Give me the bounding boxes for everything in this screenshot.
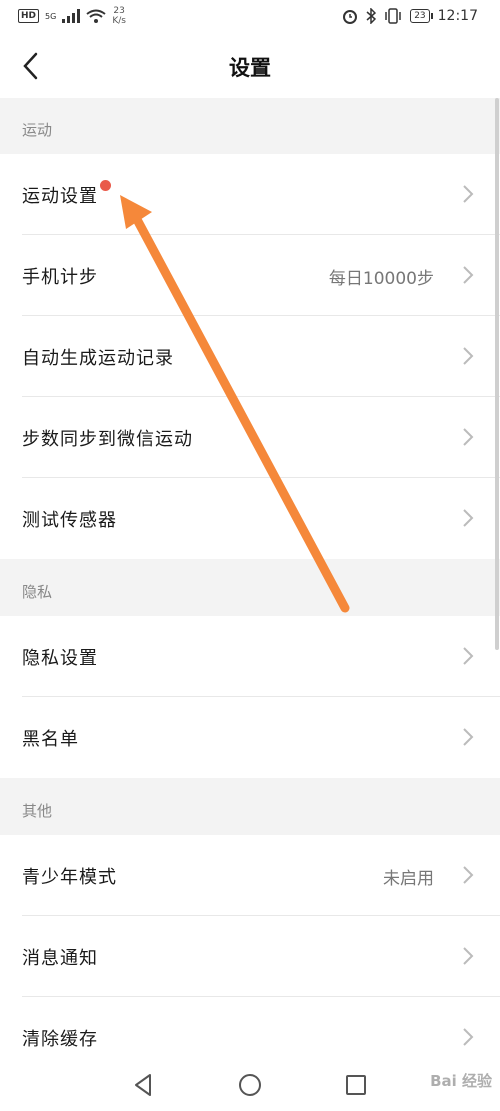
row-label: 青少年模式 [22, 867, 117, 888]
battery-icon: 23 [410, 9, 434, 23]
row-label: 黑名单 [22, 729, 79, 750]
scrollbar[interactable] [495, 98, 499, 650]
row-label: 步数同步到微信运动 [22, 429, 193, 450]
row-value: 每日10000步 [328, 269, 434, 289]
chevron-right-icon [463, 866, 474, 884]
chevron-right-icon [463, 947, 474, 965]
net-speed: 23 K/s [112, 6, 126, 26]
row-privacy-settings[interactable]: 隐私设置 [0, 616, 500, 697]
chevron-right-icon [463, 428, 474, 446]
nav-back-triangle-icon[interactable] [130, 1071, 158, 1099]
section-header-other: 其他 [22, 802, 53, 820]
signal-icon [62, 9, 81, 23]
row-notifications[interactable]: 消息通知 [0, 916, 500, 997]
alarm-icon [343, 10, 358, 24]
row-teen-mode[interactable]: 青少年模式 未启用 [0, 835, 500, 916]
notification-dot [100, 180, 111, 191]
row-label: 测试传感器 [22, 510, 117, 531]
row-label: 消息通知 [22, 948, 98, 969]
chevron-right-icon [463, 509, 474, 527]
row-label: 运动设置 [22, 186, 98, 207]
chevron-right-icon [463, 1028, 474, 1046]
row-phone-step-count[interactable]: 手机计步 每日10000步 [0, 235, 500, 316]
status-bar: HD 5G 23 K/s 23 12:17 [0, 0, 500, 34]
nav-home-circle-icon[interactable] [236, 1071, 264, 1099]
chevron-right-icon [463, 185, 474, 203]
system-nav-bar [0, 1059, 500, 1111]
row-label: 清除缓存 [22, 1029, 98, 1050]
nav-bar: 设置 [0, 34, 500, 98]
row-test-sensor[interactable]: 测试传感器 [0, 478, 500, 559]
signal-label: 5G [45, 11, 57, 21]
watermark: Bai 经验 [430, 1072, 492, 1090]
bluetooth-icon [366, 8, 377, 24]
chevron-right-icon [463, 347, 474, 365]
clock: 12:17 [437, 8, 478, 24]
section-header-sport: 运动 [22, 121, 53, 139]
row-sync-wechat[interactable]: 步数同步到微信运动 [0, 397, 500, 478]
chevron-right-icon [463, 647, 474, 665]
row-sport-settings[interactable]: 运动设置 [0, 154, 500, 235]
row-blacklist[interactable]: 黑名单 [0, 697, 500, 778]
page-title: 设置 [229, 56, 271, 80]
row-label: 隐私设置 [22, 648, 98, 669]
row-label: 自动生成运动记录 [22, 348, 174, 369]
vibrate-icon [385, 8, 401, 24]
nav-recents-square-icon[interactable] [342, 1071, 370, 1099]
row-value: 未启用 [383, 869, 434, 889]
row-auto-record[interactable]: 自动生成运动记录 [0, 316, 500, 397]
section-header-privacy: 隐私 [22, 583, 53, 601]
hd-badge: HD [18, 9, 40, 23]
wifi-icon [86, 9, 106, 23]
chevron-right-icon [463, 266, 474, 284]
chevron-right-icon [463, 728, 474, 746]
row-label: 手机计步 [22, 267, 98, 288]
